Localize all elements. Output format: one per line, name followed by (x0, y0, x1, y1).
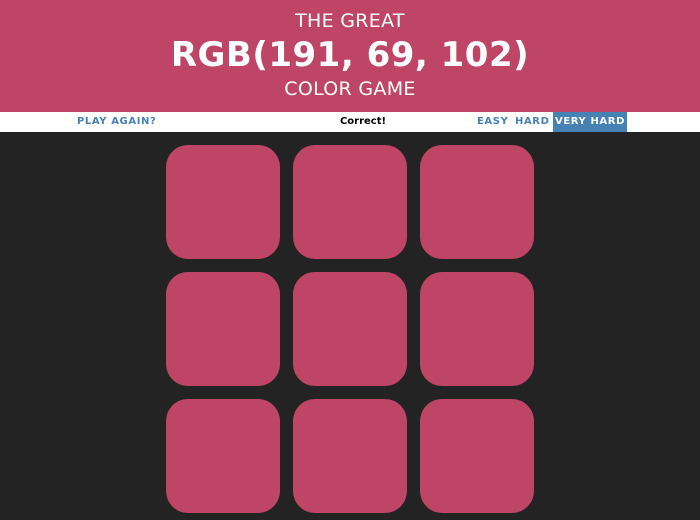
color-square-1[interactable] (166, 145, 280, 259)
control-stripe: Correct! PLAY AGAIN? EASY HARD VERY HARD (0, 112, 700, 132)
color-square-7[interactable] (166, 399, 280, 513)
easy-mode-button[interactable]: EASY (477, 112, 508, 132)
color-square-2[interactable] (293, 145, 407, 259)
hard-mode-button[interactable]: HARD (515, 112, 550, 132)
color-square-6[interactable] (420, 272, 534, 386)
color-square-5[interactable] (293, 272, 407, 386)
play-again-button[interactable]: PLAY AGAIN? (77, 112, 156, 132)
color-square-8[interactable] (293, 399, 407, 513)
color-square-4[interactable] (166, 272, 280, 386)
color-square-9[interactable] (420, 399, 534, 513)
game-header: THE GREAT RGB(191, 69, 102) COLOR GAME (0, 0, 700, 112)
target-rgb-display: RGB(191, 69, 102) (170, 35, 530, 75)
title-top-line: THE GREAT (295, 10, 405, 32)
very-hard-mode-button[interactable]: VERY HARD (553, 112, 627, 132)
color-square-3[interactable] (420, 145, 534, 259)
color-game-app: THE GREAT RGB(191, 69, 102) COLOR GAME C… (0, 0, 700, 520)
title-bottom-line: COLOR GAME (284, 78, 416, 100)
